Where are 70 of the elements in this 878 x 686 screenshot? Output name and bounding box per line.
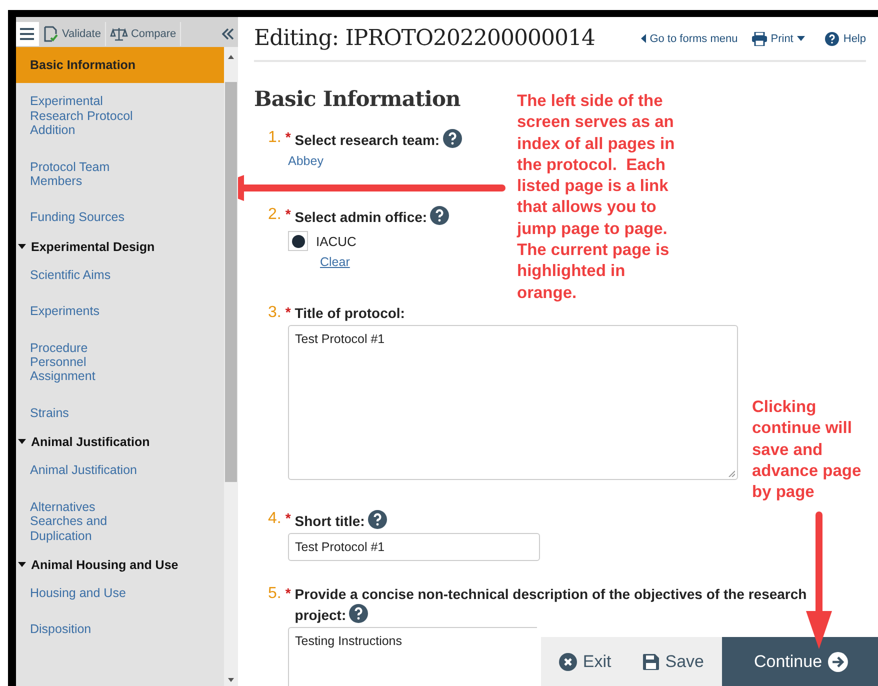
caret-icon [797, 36, 806, 41]
nav-item[interactable]: Experiments [16, 293, 148, 330]
resize-grip-icon[interactable] [727, 469, 735, 477]
caret-icon [18, 244, 26, 250]
scales-icon [110, 26, 128, 40]
menu-icon[interactable] [16, 22, 39, 46]
help-icon[interactable] [442, 129, 462, 148]
question-label: Title of protocol: [294, 304, 405, 323]
help-link[interactable]: Help [825, 32, 866, 46]
question-label: Provide a concise non-technical description of the objectives of the research project: [294, 585, 808, 625]
nav-item[interactable]: Scientific Aims [16, 256, 148, 294]
question-label: Select admin office: [294, 206, 450, 227]
compare-button[interactable]: Compare [106, 22, 182, 46]
required-mark: * [285, 585, 291, 601]
nav-item[interactable]: Alternatives Searches and Duplication [16, 488, 148, 554]
nav-item[interactable]: Housing and Use [16, 574, 148, 612]
continue-button[interactable]: Continue [722, 637, 878, 686]
help-icon [825, 32, 840, 46]
scrollbar-thumb[interactable] [225, 82, 237, 482]
question-number: 5. [268, 585, 282, 603]
question-number: 1. [268, 129, 282, 147]
validate-button[interactable]: Validate [39, 22, 106, 46]
arrow-right-icon [828, 650, 848, 672]
caret-icon [18, 562, 26, 568]
required-mark: * [285, 206, 291, 222]
question-label: Select research team: [294, 129, 462, 150]
scroll-up-icon[interactable] [228, 55, 234, 59]
nav-section[interactable]: Animal Justification [16, 431, 224, 452]
text-area[interactable]: Test Protocol #1 [288, 325, 738, 480]
radio-button[interactable] [288, 231, 308, 251]
required-mark: * [285, 510, 291, 526]
help-icon[interactable] [368, 510, 387, 529]
scroll-down-icon[interactable] [228, 678, 234, 682]
nav-section[interactable]: Experimental Design [16, 236, 224, 257]
annotation-text: Clicking continue will save and advance page by page [752, 397, 862, 504]
nav-item[interactable]: Experimental Research Protocol Addition [16, 83, 148, 149]
question-label: Short title: [294, 510, 387, 531]
nav-item[interactable]: Procedure Personnel Assignment [16, 330, 148, 395]
nav-item[interactable]: Animal Justification [16, 452, 148, 489]
required-mark: * [285, 304, 291, 320]
collapse-icon[interactable] [222, 28, 234, 40]
radio-label: IACUC [316, 234, 356, 248]
nav-item[interactable]: Funding Sources [16, 199, 148, 236]
close-icon [558, 652, 577, 670]
input-field[interactable]: Test Protocol #1 [288, 533, 540, 561]
help-icon[interactable] [349, 604, 368, 623]
team-link[interactable]: Abbey [288, 154, 324, 168]
annotation-text: The left side of the screen serves as an index of all pages in the protocol. Each listed page is a link that allows you to jump page to page. The current page is highlighted in orange. [517, 91, 676, 304]
section-heading: Basic Information [254, 86, 460, 111]
print-link[interactable]: Print [752, 32, 806, 46]
caret-icon [18, 439, 26, 446]
required-mark: * [285, 129, 291, 145]
help-icon[interactable] [430, 206, 450, 225]
text-area[interactable]: Testing Instructions [288, 627, 537, 686]
question-number: 3. [268, 304, 282, 322]
nav-item[interactable]: Basic Information [16, 47, 224, 84]
nav-item[interactable]: Strains [16, 394, 148, 432]
printer-icon [752, 32, 767, 46]
document-check-icon [43, 26, 59, 42]
page-heading: Editing: IPROTO202200000014 [254, 26, 595, 51]
exit-button[interactable]: Exit [540, 637, 626, 686]
nav-item[interactable]: Protocol Team Members [16, 148, 148, 200]
caret-icon [640, 34, 646, 43]
nav-section[interactable]: Animal Housing and Use [16, 554, 224, 575]
question-number: 2. [268, 206, 282, 224]
question-number: 4. [268, 510, 282, 528]
forms-menu-link[interactable]: Go to forms menu [640, 32, 738, 44]
clear-link[interactable]: Clear [320, 255, 350, 269]
nav-item[interactable]: Disposition [16, 611, 148, 648]
save-button[interactable]: Save [625, 637, 722, 686]
